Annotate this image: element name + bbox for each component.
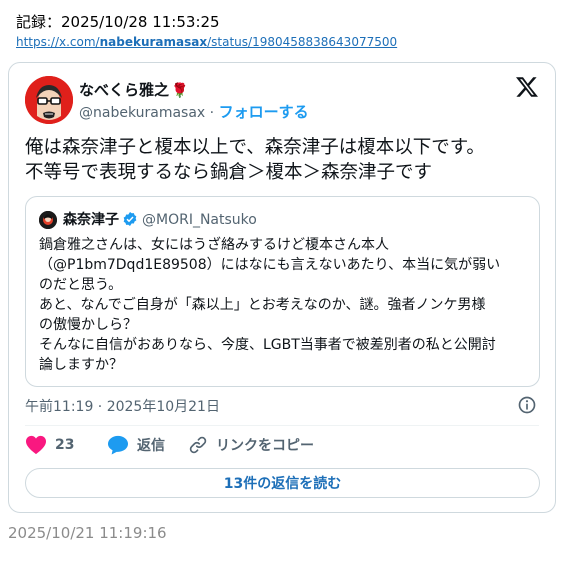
reply-bubble-icon	[108, 435, 128, 455]
read-replies-button[interactable]: 13件の返信を読む	[25, 468, 540, 498]
reply-button[interactable]: 返信	[107, 435, 165, 455]
quoted-tweet[interactable]: 森奈津子 @MORI_Natsuko 鍋倉雅之さんは、女にはうざ絡みするけど榎本さ…	[25, 196, 540, 387]
like-count: 23	[55, 437, 75, 453]
reply-label: 返信	[137, 438, 165, 454]
verified-badge-icon	[123, 212, 137, 226]
tweet-text: 俺は森奈津子と榎本以上で、森奈津子は榎本以下です。 不等号で表現するなら鍋倉＞榎…	[25, 135, 545, 185]
quote-author-handle: @MORI_Natsuko	[142, 212, 257, 228]
link-icon	[189, 436, 207, 454]
author-handle-row: @nabekuramasax · フォローする	[79, 101, 309, 122]
quote-text: 鍋倉雅之さんは、女にはうざ絡みするけど榎本さん本人 （@P1bm7Dqd1E89…	[39, 237, 501, 373]
author-avatar[interactable]	[25, 76, 73, 124]
quote-avatar-image	[39, 211, 57, 229]
author-name[interactable]: なべくら雅之 🌹	[79, 79, 188, 100]
tweet-text-line: 不等号で表現するなら鍋倉＞榎本＞森奈津子です	[25, 162, 433, 183]
avatar-image	[25, 76, 73, 124]
info-icon[interactable]	[517, 395, 537, 415]
tweet-timestamp[interactable]: 午前11:19 · 2025年10月21日	[25, 396, 220, 416]
url-user: nabekuramasax	[99, 35, 208, 49]
copy-link-button[interactable]: リンクをコピー	[188, 435, 314, 455]
follow-button[interactable]: フォローする	[219, 103, 309, 121]
divider	[25, 425, 539, 426]
x-logo-icon[interactable]	[515, 75, 539, 99]
separator-dot: ·	[209, 105, 215, 121]
url-prefix: https://x.com/	[16, 35, 100, 49]
record-label: 記録：2025/10/28 11:53:25	[16, 13, 220, 31]
tweet-card: なべくら雅之 🌹 @nabekuramasax · フォローする 俺は森奈津子と榎…	[8, 62, 556, 513]
capture-time: 2025/10/21 11:19:16	[8, 524, 167, 542]
url-suffix: /status/1980458838643077500	[207, 35, 398, 49]
copy-link-label: リンクをコピー	[216, 438, 314, 454]
quote-author-avatar	[39, 211, 57, 229]
rose-icon: 🌹	[171, 83, 189, 99]
quote-author-row: 森奈津子 @MORI_Natsuko	[63, 209, 257, 229]
quote-author-name: 森奈津子	[63, 212, 119, 228]
heart-icon	[26, 435, 46, 455]
record-url-link[interactable]: https://x.com/nabekuramasax/status/19804…	[16, 35, 397, 49]
tweet-text-line: 俺は森奈津子と榎本以上で、森奈津子は榎本以下です。	[25, 137, 485, 158]
author-handle[interactable]: @nabekuramasax	[79, 105, 205, 121]
like-button[interactable]: 23	[25, 435, 74, 455]
